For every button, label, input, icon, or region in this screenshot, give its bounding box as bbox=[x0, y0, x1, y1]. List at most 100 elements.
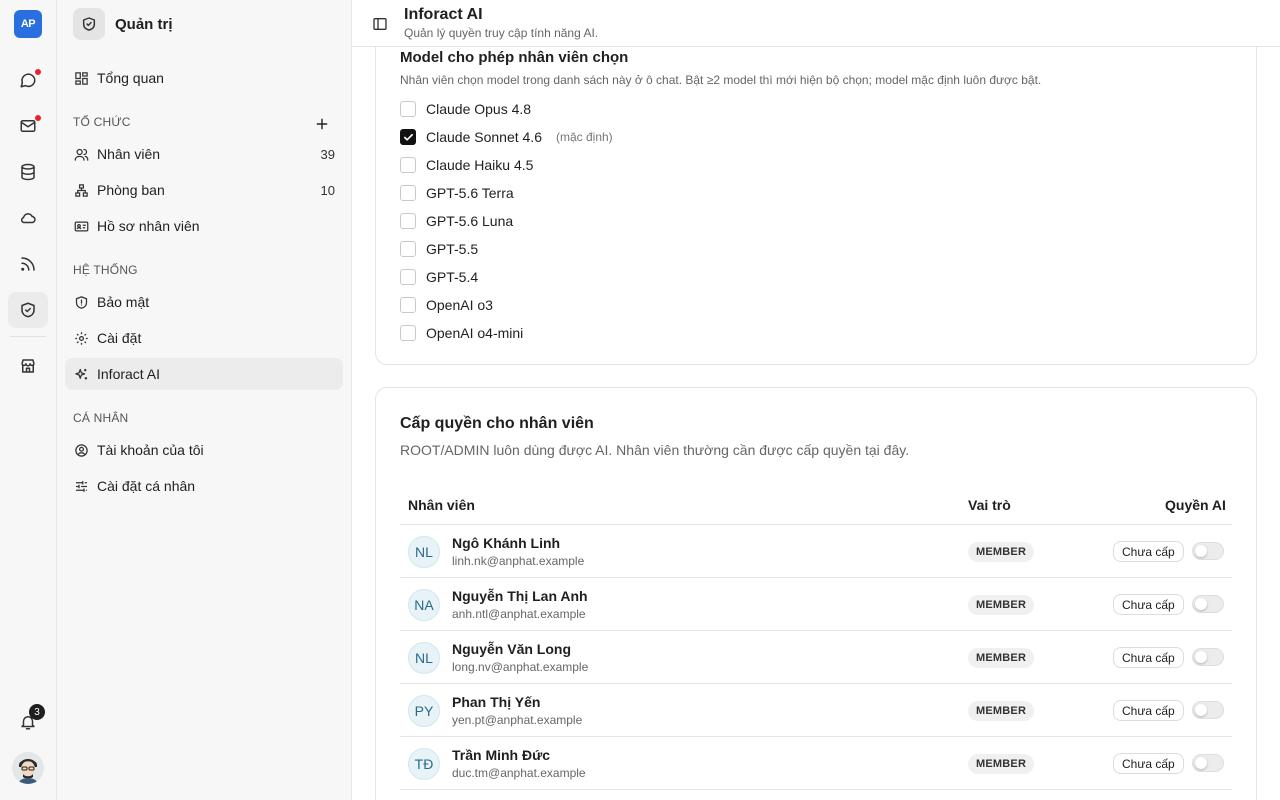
sidebar-item-my-account[interactable]: Tài khoản của tôi bbox=[65, 434, 343, 466]
employee-email: long.nv@anphat.example bbox=[452, 660, 589, 674]
app-logo[interactable]: AP bbox=[14, 10, 42, 38]
model-label: GPT-5.4 bbox=[426, 269, 479, 285]
store-rail-button[interactable] bbox=[8, 348, 48, 384]
sidebar-header: Quản trị bbox=[73, 8, 173, 40]
database-rail-button[interactable] bbox=[8, 154, 48, 190]
model-checkbox[interactable] bbox=[400, 241, 416, 257]
employee-avatar: NL bbox=[408, 536, 440, 568]
ai-permission-toggle[interactable] bbox=[1192, 595, 1224, 613]
employee-name: Ngô Khánh Linh bbox=[452, 535, 561, 551]
model-checkbox[interactable] bbox=[400, 269, 416, 285]
sidebar-item-overview[interactable]: Tổng quan bbox=[65, 62, 343, 94]
model-option[interactable]: GPT-5.5 bbox=[400, 239, 478, 259]
notifications-rail-button[interactable]: 3 bbox=[8, 704, 48, 740]
employee-name: Nguyễn Văn Long bbox=[452, 641, 571, 657]
toggle-knob bbox=[1195, 704, 1207, 716]
role-badge: MEMBER bbox=[968, 701, 1035, 721]
model-label: OpenAI o3 bbox=[426, 297, 493, 313]
sidebar-item-settings[interactable]: Cài đặt bbox=[65, 322, 343, 354]
ai-permission-status: Chưa cấp bbox=[1113, 541, 1184, 562]
role-badge: MEMBER bbox=[968, 754, 1035, 774]
employee-count: 39 bbox=[320, 146, 335, 162]
feed-rail-button[interactable] bbox=[8, 246, 48, 282]
model-label: GPT-5.6 Luna bbox=[426, 213, 514, 229]
model-checkbox[interactable] bbox=[400, 129, 416, 145]
column-header-ai-permission: Quyền AI bbox=[1165, 497, 1226, 513]
model-label: GPT-5.6 Terra bbox=[426, 185, 514, 201]
shield-check-icon bbox=[21, 302, 35, 318]
section-label-personal: CÁ NHÂN bbox=[73, 411, 129, 425]
ai-permission-toggle[interactable] bbox=[1192, 542, 1224, 560]
mail-rail-button[interactable] bbox=[8, 108, 48, 144]
page-title: Inforact AI bbox=[404, 6, 483, 23]
cloud-rail-button[interactable] bbox=[8, 200, 48, 236]
store-icon bbox=[21, 359, 35, 373]
model-option[interactable]: GPT-5.4 bbox=[400, 267, 478, 287]
ai-permission-toggle[interactable] bbox=[1192, 754, 1224, 772]
table-row: NA Nguyễn Thị Lan Anh anh.ntl@anphat.examp… bbox=[400, 578, 1232, 631]
toggle-knob bbox=[1195, 651, 1207, 663]
model-option[interactable]: Claude Haiku 4.5 bbox=[400, 155, 533, 175]
model-checkbox[interactable] bbox=[400, 101, 416, 117]
plus-icon bbox=[316, 118, 328, 130]
sidebar-item-employees[interactable]: Nhân viên 39 bbox=[65, 138, 343, 170]
model-checkbox[interactable] bbox=[400, 185, 416, 201]
toggle-knob bbox=[1195, 545, 1207, 557]
unread-dot bbox=[34, 114, 42, 122]
model-label: GPT-5.5 bbox=[426, 241, 479, 257]
default-model-tag: (mặc định) bbox=[555, 130, 613, 144]
cloud-icon bbox=[20, 213, 36, 224]
chat-rail-button[interactable] bbox=[8, 62, 48, 98]
sidebar-title: Quản trị bbox=[115, 15, 173, 33]
unread-dot bbox=[34, 68, 42, 76]
add-org-button[interactable] bbox=[312, 114, 332, 134]
model-checkbox[interactable] bbox=[400, 213, 416, 229]
sidebar-item-employee-profiles[interactable]: Hồ sơ nhân viên bbox=[65, 210, 343, 242]
ai-permission-status: Chưa cấp bbox=[1113, 753, 1184, 774]
shield-alert-icon bbox=[75, 295, 88, 309]
model-option[interactable]: Claude Opus 4.8 bbox=[400, 99, 531, 119]
employee-avatar: PY bbox=[408, 695, 440, 727]
sidebar-item-label: Cài đặt bbox=[97, 330, 142, 346]
permissions-card-subtitle: ROOT/ADMIN luôn dùng được AI. Nhân viên … bbox=[400, 442, 910, 458]
ai-permission-toggle[interactable] bbox=[1192, 701, 1224, 719]
model-option[interactable]: OpenAI o3 bbox=[400, 295, 493, 315]
ai-permission-toggle[interactable] bbox=[1192, 648, 1224, 666]
model-option[interactable]: OpenAI o4-mini bbox=[400, 323, 523, 343]
model-checkbox[interactable] bbox=[400, 297, 416, 313]
section-label-org: TỔ CHỨC bbox=[73, 115, 131, 129]
sidebar-item-label: Bảo mật bbox=[97, 294, 150, 310]
page-header: Inforact AI Quản lý quyền truy cập tính … bbox=[352, 0, 1280, 47]
sidebar-item-label: Tổng quan bbox=[97, 70, 164, 86]
sliders-icon bbox=[75, 480, 88, 492]
model-label: Claude Haiku 4.5 bbox=[426, 157, 534, 173]
model-checkbox[interactable] bbox=[400, 325, 416, 341]
admin-rail-button[interactable] bbox=[8, 292, 48, 328]
ai-permission-status: Chưa cấp bbox=[1113, 594, 1184, 615]
sidebar-item-label: Hồ sơ nhân viên bbox=[97, 218, 200, 234]
model-label: OpenAI o4-mini bbox=[426, 325, 524, 341]
model-option[interactable]: GPT-5.6 Luna bbox=[400, 211, 513, 231]
models-card: Model cho phép nhân viên chọn Nhân viên … bbox=[375, 20, 1257, 365]
rail-divider bbox=[10, 336, 46, 337]
avatar-illustration bbox=[12, 752, 44, 784]
role-badge: MEMBER bbox=[968, 542, 1035, 562]
sidebar-item-security[interactable]: Bảo mật bbox=[65, 286, 343, 318]
models-card-subtitle: Nhân viên chọn model trong danh sách này… bbox=[400, 73, 1042, 87]
model-option[interactable]: Claude Sonnet 4.6 (mặc định) bbox=[400, 127, 613, 147]
permissions-card: Cấp quyền cho nhân viên ROOT/ADMIN luôn … bbox=[375, 387, 1257, 800]
sidebar-item-departments[interactable]: Phòng ban 10 bbox=[65, 174, 343, 206]
model-checkbox[interactable] bbox=[400, 157, 416, 173]
table-row: PY Phan Thị Yến yen.pt@anphat.example MEMBE… bbox=[400, 684, 1232, 737]
app-rail: AP 3 bbox=[0, 0, 57, 800]
toggle-knob bbox=[1195, 757, 1207, 769]
column-header-employee: Nhân viên bbox=[408, 497, 475, 513]
dashboard-icon bbox=[75, 71, 88, 85]
sidebar-item-inforact-ai[interactable]: Inforact AI bbox=[65, 358, 343, 390]
employee-email: yen.pt@anphat.example bbox=[452, 713, 583, 727]
table-row: TĐ Trần Minh Đức duc.tm@anphat.example MEMB… bbox=[400, 737, 1232, 790]
model-option[interactable]: GPT-5.6 Terra bbox=[400, 183, 514, 203]
sidebar-item-personal-settings[interactable]: Cài đặt cá nhân bbox=[65, 470, 343, 502]
sidebar-toggle-icon[interactable] bbox=[372, 16, 388, 32]
user-avatar[interactable] bbox=[12, 752, 44, 784]
